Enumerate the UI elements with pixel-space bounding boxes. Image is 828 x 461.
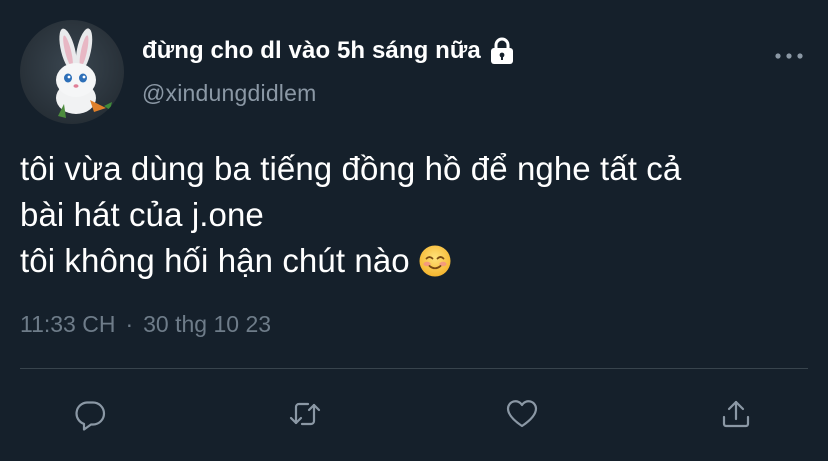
- retweet-icon: [288, 397, 322, 436]
- like-icon: [505, 397, 539, 436]
- reply-icon: [73, 397, 107, 436]
- avatar[interactable]: [20, 20, 124, 124]
- display-name[interactable]: đừng cho dl vào 5h sáng nữa: [142, 37, 481, 65]
- lock-icon: [489, 37, 515, 65]
- tweet-line-with-emoji: tôi không hối hận chút nào: [20, 238, 810, 284]
- more-options-icon[interactable]: [772, 46, 806, 66]
- tweet-card: đừng cho dl vào 5h sáng nữa @xindungdidl…: [0, 0, 828, 461]
- share-icon: [719, 397, 753, 436]
- tweet-line: tôi không hối hận chút nào: [20, 242, 410, 279]
- bunny-avatar-icon: [56, 28, 112, 118]
- tweet-date: 30 thg 10 23: [143, 311, 272, 337]
- action-bar: [0, 394, 828, 438]
- tweet-timestamp[interactable]: 11:33 CH · 30 thg 10 23: [20, 311, 271, 338]
- tweet-line: tôi vừa dùng ba tiếng đồng hồ để nghe tấ…: [20, 150, 682, 187]
- smiling-face-emoji-icon: [418, 244, 452, 278]
- retweet-button[interactable]: [283, 394, 327, 438]
- tweet-line: bài hát của j.one: [20, 196, 264, 233]
- like-button[interactable]: [500, 394, 544, 438]
- tweet-time: 11:33 CH: [20, 311, 116, 337]
- author-name-row: đừng cho dl vào 5h sáng nữa: [142, 34, 515, 68]
- share-button[interactable]: [714, 394, 758, 438]
- tweet-text: tôi vừa dùng ba tiếng đồng hồ để nghe tấ…: [20, 146, 810, 284]
- divider: [20, 368, 808, 369]
- meta-separator: ·: [125, 311, 134, 337]
- user-handle[interactable]: @xindungdidlem: [142, 80, 316, 107]
- reply-button[interactable]: [68, 394, 112, 438]
